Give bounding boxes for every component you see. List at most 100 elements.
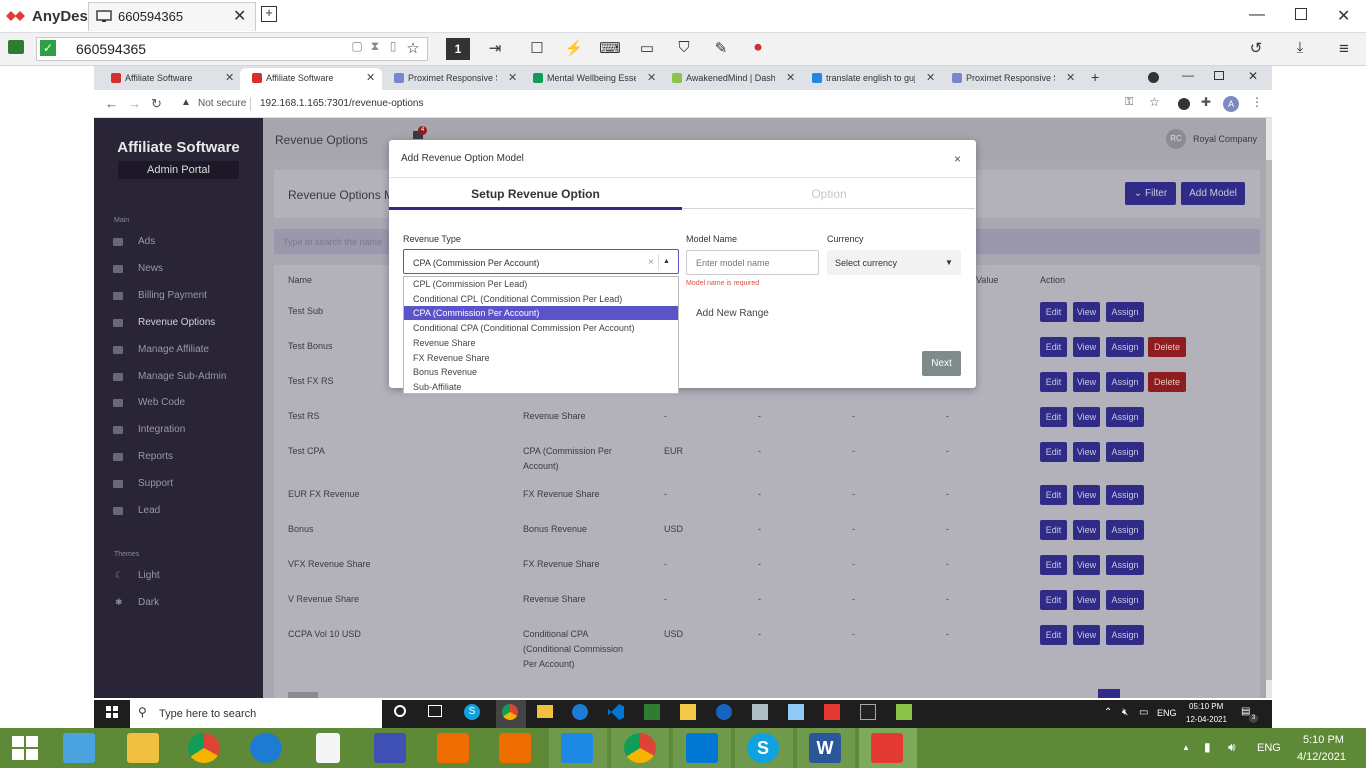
browser-tab[interactable]: Affiliate Software xyxy=(240,68,355,90)
host-chrome-active-icon[interactable] xyxy=(624,733,656,763)
assign-button[interactable]: Assign xyxy=(1106,625,1144,645)
caret-up-icon[interactable]: ▲ xyxy=(663,258,670,265)
edit-button[interactable]: Edit xyxy=(1040,372,1067,392)
browser-tab[interactable]: Affiliate Software xyxy=(99,68,214,90)
next-button[interactable]: Next xyxy=(922,351,961,376)
browser-close-icon[interactable]: ✕ xyxy=(1248,69,1258,83)
notes-task-icon[interactable] xyxy=(788,704,804,720)
back-arrow-icon[interactable]: ← xyxy=(105,96,118,111)
tab-close-icon[interactable]: ✕ xyxy=(366,71,375,84)
tray-chevron-icon[interactable]: ⌃ xyxy=(1104,707,1112,718)
maximize-icon[interactable] xyxy=(1295,8,1307,20)
tab-close-icon[interactable]: ✕ xyxy=(647,71,656,84)
host-vscode-icon[interactable] xyxy=(686,733,718,763)
sheet-task-icon[interactable] xyxy=(644,704,660,720)
tool-task-icon[interactable] xyxy=(680,704,696,720)
user-avatar[interactable]: RC xyxy=(1166,129,1186,149)
assign-button[interactable]: Assign xyxy=(1106,337,1144,357)
view-button[interactable]: View xyxy=(1073,372,1100,392)
browser-tab[interactable]: Proximet Responsive Sit xyxy=(382,68,497,90)
bookmark-star-icon[interactable]: ☆ xyxy=(1149,95,1160,109)
assign-button[interactable]: Assign xyxy=(1106,520,1144,540)
browser-menu-icon[interactable]: ⋮ xyxy=(1251,95,1263,109)
delete-button[interactable]: Delete xyxy=(1148,372,1186,392)
tab-setup-revenue-option[interactable]: Setup Revenue Option xyxy=(389,187,682,201)
delete-button[interactable]: Delete xyxy=(1148,337,1186,357)
view-button[interactable]: View xyxy=(1073,337,1100,357)
app-task-icon[interactable] xyxy=(716,704,732,720)
remote-lang[interactable]: ENG xyxy=(1157,708,1177,718)
edit-button[interactable]: Edit xyxy=(1040,407,1067,427)
assign-button[interactable]: Assign xyxy=(1106,372,1144,392)
browser-tab[interactable]: translate english to guja xyxy=(800,68,915,90)
filter-button[interactable]: ⌄ Filter xyxy=(1125,182,1176,205)
archive-task-icon[interactable] xyxy=(752,704,768,720)
view-button[interactable]: View xyxy=(1073,520,1100,540)
browser-restore-icon[interactable] xyxy=(1214,71,1224,80)
dropdown-option[interactable]: Conditional CPL (Conditional Commission … xyxy=(413,294,622,304)
page-scrollbar-thumb[interactable] xyxy=(1266,160,1272,680)
keyboard-icon[interactable]: ⌨ xyxy=(599,39,621,57)
assign-button[interactable]: Assign xyxy=(1106,302,1144,322)
tab-search-icon[interactable] xyxy=(1148,72,1159,83)
cortana-icon[interactable] xyxy=(394,705,406,717)
host-battery-icon[interactable]: ▮ xyxy=(1204,740,1211,754)
tab-close-icon[interactable]: ✕ xyxy=(786,71,795,84)
sidebar-item[interactable]: Manage Sub-Admin xyxy=(138,371,226,382)
host-app2-icon[interactable] xyxy=(437,733,469,763)
add-new-range-link[interactable]: Add New Range xyxy=(696,308,769,319)
chat-icon[interactable]: ☐ xyxy=(526,39,548,57)
misc-task-icon[interactable] xyxy=(896,704,912,720)
sidebar-item[interactable]: Web Code xyxy=(138,397,185,408)
host-file-icon[interactable] xyxy=(316,733,340,763)
pagination-active[interactable] xyxy=(1098,689,1120,698)
dropdown-option[interactable]: CPA (Commission Per Account) xyxy=(413,308,539,318)
browser-tab[interactable]: Proximet Responsive Sit xyxy=(940,68,1055,90)
actions-lightning-icon[interactable]: ⚡ xyxy=(563,39,585,57)
dropdown-option[interactable]: FX Revenue Share xyxy=(413,353,490,363)
host-lang[interactable]: ENG xyxy=(1257,742,1281,754)
sidebar-item[interactable]: Revenue Options xyxy=(138,317,215,328)
download-icon[interactable]: ⤓ xyxy=(1289,39,1311,56)
host-tray-chevron-icon[interactable]: ▲ xyxy=(1182,743,1190,752)
host-network-app-icon[interactable] xyxy=(374,733,406,763)
view-button[interactable]: View xyxy=(1073,625,1100,645)
modal-close-icon[interactable]: × xyxy=(954,152,961,166)
host-skype-icon[interactable]: S xyxy=(747,733,779,763)
dropdown-option[interactable]: Bonus Revenue xyxy=(413,367,477,377)
clear-selection-icon[interactable]: × xyxy=(648,257,654,268)
edit-button[interactable]: Edit xyxy=(1040,337,1067,357)
edit-button[interactable]: Edit xyxy=(1040,555,1067,575)
assign-button[interactable]: Assign xyxy=(1106,555,1144,575)
edit-button[interactable]: Edit xyxy=(1040,590,1067,610)
model-name-input[interactable] xyxy=(686,250,819,275)
tab-close-icon[interactable]: ✕ xyxy=(926,71,935,84)
sidebar-item[interactable]: Reports xyxy=(138,451,173,462)
task-view-icon[interactable] xyxy=(428,705,442,717)
host-azure-icon[interactable] xyxy=(561,733,593,763)
edit-button[interactable]: Edit xyxy=(1040,442,1067,462)
tab-close-icon[interactable]: ✕ xyxy=(1066,71,1075,84)
explorer-task-icon[interactable] xyxy=(537,705,553,718)
network-icon[interactable]: ▭ xyxy=(1139,707,1148,718)
close-tab-icon[interactable]: ✕ xyxy=(233,6,246,26)
skype-task-icon[interactable]: S xyxy=(464,704,480,720)
tab-close-icon[interactable]: ✕ xyxy=(225,71,234,84)
caret-down-icon[interactable]: ▼ xyxy=(945,258,953,267)
view-button[interactable]: View xyxy=(1073,485,1100,505)
edit-button[interactable]: Edit xyxy=(1040,625,1067,645)
view-button[interactable]: View xyxy=(1073,555,1100,575)
host-app-icon[interactable] xyxy=(250,733,282,763)
profile-avatar[interactable]: A xyxy=(1223,96,1239,112)
assign-button[interactable]: Assign xyxy=(1106,442,1144,462)
tab-close-icon[interactable]: ✕ xyxy=(508,71,517,84)
assign-button[interactable]: Assign xyxy=(1106,485,1144,505)
media-player-icon[interactable] xyxy=(63,733,95,763)
view-button[interactable]: View xyxy=(1073,442,1100,462)
sidebar-item[interactable]: Billing Payment xyxy=(138,290,207,301)
host-volume-icon[interactable]: 🔊︎ xyxy=(1228,740,1236,755)
minimize-icon[interactable]: — xyxy=(1249,6,1265,24)
terminal-task-icon[interactable] xyxy=(860,704,876,720)
forward-arrow-icon[interactable]: → xyxy=(128,96,141,111)
extensions-puzzle-icon[interactable]: ✚ xyxy=(1201,95,1211,109)
